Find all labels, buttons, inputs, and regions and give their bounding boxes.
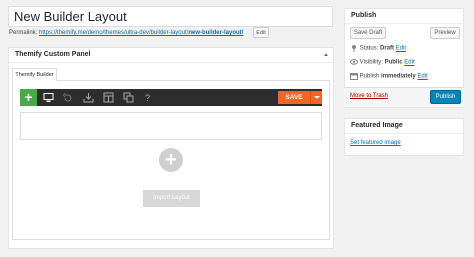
publish-button[interactable]: Publish <box>430 90 461 104</box>
undo-icon[interactable] <box>62 92 73 103</box>
visibility-value: Public <box>384 59 403 66</box>
permalink-label: Permalink: <box>9 30 38 36</box>
featured-image-box: Featured Image <box>344 118 464 156</box>
import-layout-button[interactable]: Import Layout <box>143 190 200 207</box>
status-label: Status: <box>359 45 379 52</box>
publish-header[interactable]: Publish <box>345 9 463 24</box>
panel-header[interactable]: Themify Custom Panel <box>9 48 333 63</box>
help-icon[interactable]: ? <box>142 92 153 103</box>
featured-image-header[interactable]: Featured Image <box>345 119 463 134</box>
desktop-icon[interactable] <box>43 92 54 103</box>
builder-toolbar: + ? SAVE <box>20 89 322 106</box>
pin-icon <box>352 45 356 52</box>
publish-title: Publish <box>351 12 377 19</box>
status-value: Draft <box>380 45 395 52</box>
move-to-trash-link[interactable]: Move to Trash <box>350 93 388 99</box>
layout-icon[interactable] <box>103 92 114 103</box>
status-edit-link[interactable]: Edit <box>396 46 406 52</box>
publish-edit-link[interactable]: Edit <box>417 74 427 80</box>
publish-label: Publish <box>359 73 380 80</box>
permalink-slug: new-builder-layout/ <box>188 30 244 36</box>
preview-button[interactable]: Preview <box>430 27 460 39</box>
save-draft-button[interactable]: Save Draft <box>350 27 386 39</box>
visibility-edit-link[interactable]: Edit <box>404 60 414 66</box>
tab-themify-builder[interactable]: Themify Builder <box>12 68 57 81</box>
visibility-row: Visibility: Public Edit <box>350 58 415 68</box>
panel-title: Themify Custom Panel <box>15 51 91 58</box>
permalink: Permalink: https://themify.me/demo/theme… <box>9 28 243 38</box>
duplicate-icon[interactable] <box>123 92 134 103</box>
visibility-label: Visibility: <box>359 59 383 66</box>
set-featured-image-link[interactable]: Set featured image <box>350 140 401 146</box>
save-dropdown-chevron-icon[interactable] <box>310 91 322 104</box>
calendar-icon <box>350 73 358 80</box>
builder-row[interactable] <box>20 112 322 140</box>
collapse-arrow-icon[interactable] <box>324 53 328 56</box>
permalink-edit-button[interactable]: Edit <box>253 27 269 38</box>
permalink-link[interactable]: https://themify.me/demo/themes/ultra-dev… <box>39 30 243 36</box>
svg-text:?: ? <box>145 93 150 103</box>
add-row-plus-icon[interactable]: + <box>159 148 183 172</box>
save-label: SAVE <box>285 94 303 101</box>
featured-image-title: Featured Image <box>351 122 403 129</box>
save-button[interactable]: SAVE <box>278 91 322 104</box>
post-title-input[interactable]: New Builder Layout <box>8 6 333 27</box>
permalink-base: https://themify.me/demo/themes/ultra-dev… <box>39 30 189 36</box>
plus-icon[interactable]: + <box>20 89 37 106</box>
publish-date-row: Publish immediately Edit <box>350 72 428 82</box>
status-row: Status: Draft Edit <box>350 44 406 54</box>
publish-value: immediately <box>381 73 416 80</box>
eye-icon <box>350 59 358 65</box>
download-icon[interactable] <box>83 92 94 103</box>
